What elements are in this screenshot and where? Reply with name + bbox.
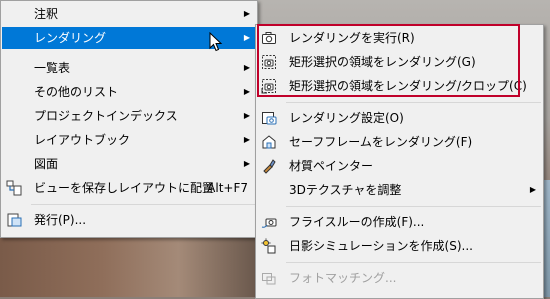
menu-item-rendering-settings[interactable]: レンダリング設定(O): [257, 107, 542, 129]
menu-item-other-lists[interactable]: その他のリスト ▶: [2, 81, 256, 103]
render-settings-icon: [261, 110, 277, 126]
publish-icon: [6, 212, 22, 228]
menu-item-create-sun-study[interactable]: 日影シミュレーションを作成(S)...: [257, 235, 542, 257]
menu-item-label: レンダリング設定(O): [289, 111, 404, 125]
safe-frame-icon: [261, 134, 277, 150]
menu-item-schedules[interactable]: 一覧表 ▶: [2, 57, 256, 79]
submenu-arrow-icon: ▶: [529, 185, 536, 194]
menu-separator: [286, 102, 541, 103]
menu-item-label: レンダリングを実行(R): [289, 31, 415, 45]
fly-through-icon: [261, 214, 277, 230]
menu-separator: [31, 204, 255, 205]
mouse-cursor-icon: [209, 31, 223, 52]
material-painter-icon: [261, 158, 277, 174]
shortcut-label: Alt+F7: [207, 181, 248, 195]
menu-item-label: ビューを保存しレイアウトに配置: [34, 181, 215, 195]
menu-item-label: 3Dテクスチャを調整: [289, 183, 402, 197]
submenu-arrow-icon: ▶: [243, 135, 250, 144]
menu-item-label: 発行(P)...: [34, 213, 87, 227]
menu-item-layout-book[interactable]: レイアウトブック ▶: [2, 129, 256, 151]
menu-item-label: プロジェクトインデックス: [34, 109, 178, 123]
menu-item-adjust-3d-texture[interactable]: 3Dテクスチャを調整 ▶: [257, 179, 542, 201]
submenu-arrow-icon: ▶: [243, 159, 250, 168]
save-view-to-layout-icon: [6, 180, 22, 196]
menu-item-label: レンダリング: [34, 31, 107, 45]
viewport-background-bottom: [0, 236, 255, 297]
menu-item-label: 注釈: [34, 7, 59, 21]
menu-item-drawings[interactable]: 図面 ▶: [2, 153, 256, 175]
menu-item-label: 日影シミュレーションを作成(S)...: [289, 239, 473, 253]
menu-item-create-fly-through[interactable]: フライスルーの作成(F)...: [257, 211, 542, 233]
menu-item-label: 矩形選択の領域をレンダリング(G): [289, 55, 476, 69]
menu-item-label: 材質ペインター: [289, 159, 374, 173]
menu-item-label: 図面: [34, 157, 59, 171]
menu-item-label: その他のリスト: [34, 85, 119, 99]
render-marquee-icon: [261, 54, 277, 70]
menu-item-run-rendering[interactable]: レンダリングを実行(R): [257, 27, 542, 49]
render-crop-icon: [261, 78, 277, 94]
menu-item-label: セーフフレームをレンダリング(F): [289, 135, 473, 149]
menu-separator: [286, 206, 541, 207]
menu-item-project-index[interactable]: プロジェクトインデックス ▶: [2, 105, 256, 127]
menu-item-label: レイアウトブック: [34, 133, 131, 147]
menu-item-label: 一覧表: [34, 61, 71, 75]
rendering-submenu: レンダリングを実行(R) 矩形選択の領域をレンダリング(G) 矩形選択の領域をレ…: [255, 24, 544, 299]
menu-item-material-painter[interactable]: 材質ペインター: [257, 155, 542, 177]
submenu-arrow-icon: ▶: [243, 111, 250, 120]
menu-item-annotation[interactable]: 注釈 ▶: [2, 3, 256, 25]
submenu-arrow-icon: ▶: [243, 87, 250, 96]
submenu-arrow-icon: ▶: [243, 63, 250, 72]
menu-item-save-view-place-layout[interactable]: ビューを保存しレイアウトに配置 Alt+F7: [2, 177, 256, 199]
menu-item-publish[interactable]: 発行(P)...: [2, 209, 256, 231]
submenu-arrow-icon: ▶: [243, 33, 250, 42]
menu-item-photo-matching[interactable]: フォトマッチング...: [257, 267, 542, 289]
photo-matching-icon: [261, 270, 277, 286]
camera-render-icon: [261, 30, 277, 46]
submenu-arrow-icon: ▶: [243, 9, 250, 18]
menu-item-render-safe-frame[interactable]: セーフフレームをレンダリング(F): [257, 131, 542, 153]
menu-item-label: フライスルーの作成(F)...: [289, 215, 425, 229]
menu-item-render-marquee[interactable]: 矩形選択の領域をレンダリング(G): [257, 51, 542, 73]
menu-item-render-marquee-crop[interactable]: 矩形選択の領域をレンダリング/クロップ(C): [257, 75, 542, 97]
menu-item-label: フォトマッチング...: [289, 271, 397, 285]
sun-study-icon: [261, 238, 277, 254]
menu-separator: [286, 262, 541, 263]
menu-item-label: 矩形選択の領域をレンダリング/クロップ(C): [289, 79, 527, 93]
